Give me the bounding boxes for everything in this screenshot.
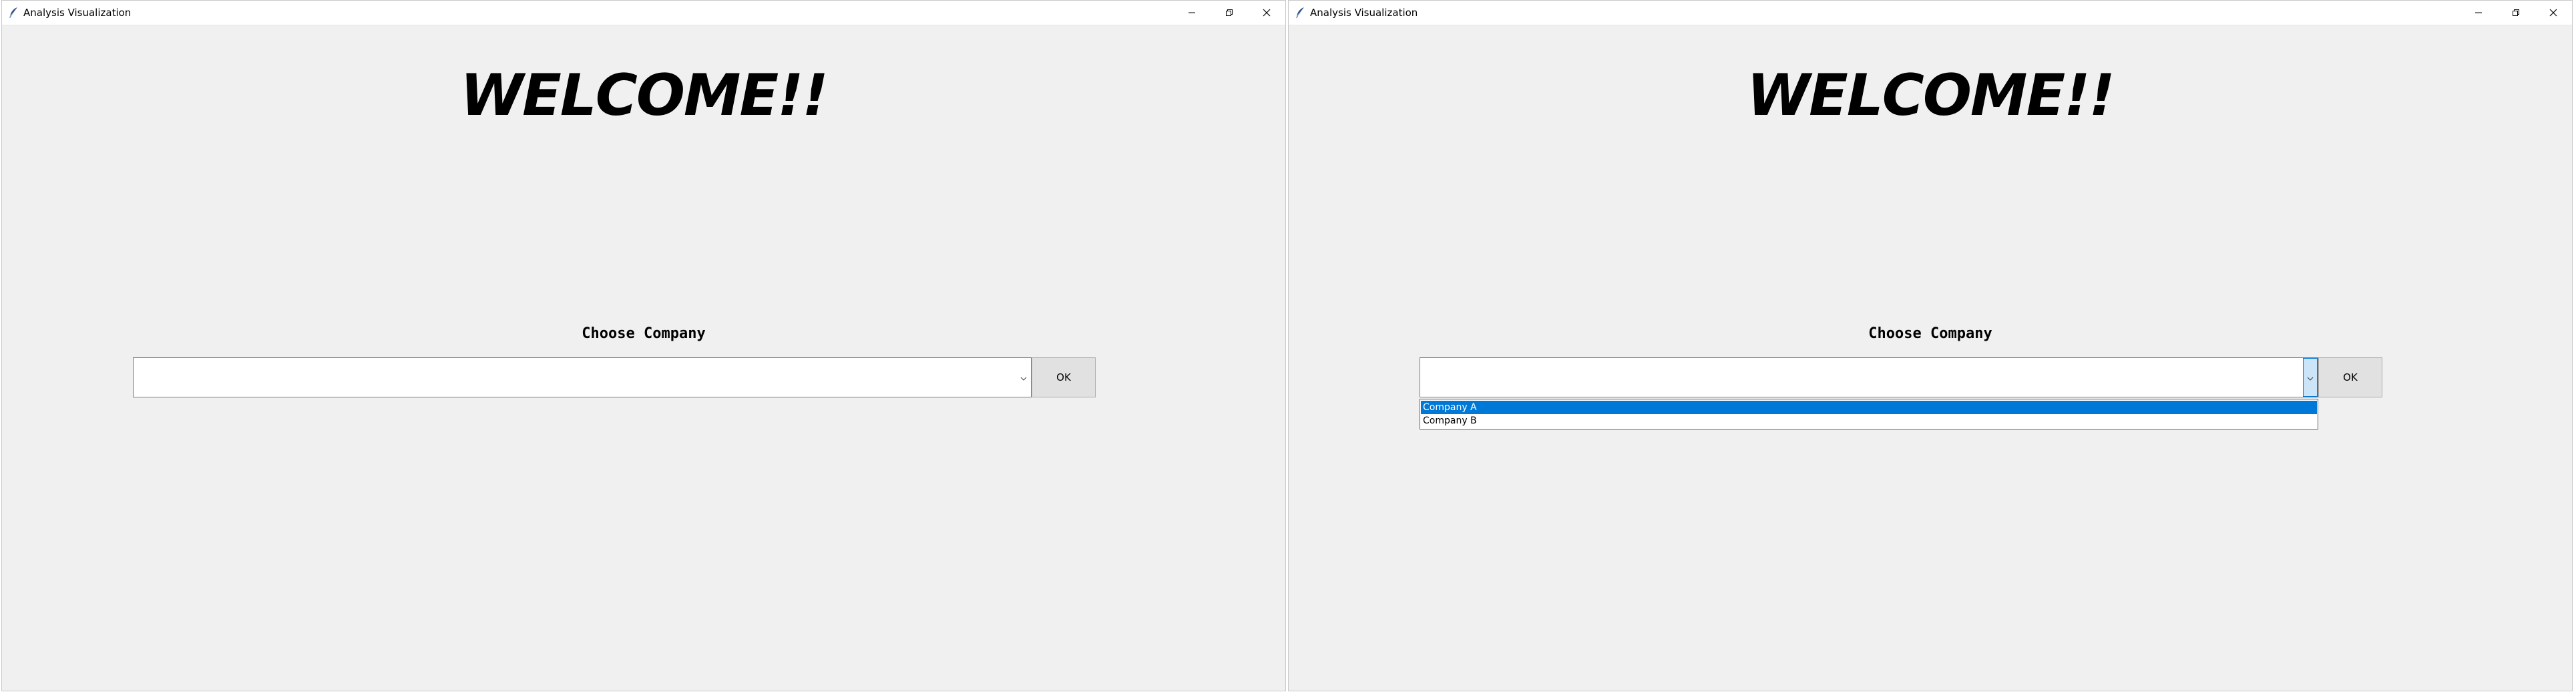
window-title: Analysis Visualization — [1310, 7, 1418, 19]
title-bar[interactable]: Analysis Visualization — [2, 1, 1285, 25]
feather-icon — [7, 7, 19, 19]
company-combobox[interactable] — [133, 357, 1032, 397]
dropdown-option-company-a[interactable]: Company A — [1421, 401, 2317, 414]
close-button[interactable] — [1248, 1, 1285, 25]
close-icon — [2549, 9, 2557, 17]
restore-button[interactable] — [2497, 1, 2535, 25]
app-window-right: Analysis Visualization WELCOME!! Choose … — [1288, 0, 2573, 691]
welcome-heading: WELCOME!! — [460, 62, 828, 129]
minimize-icon — [2475, 9, 2483, 17]
choose-company-label: Choose Company — [1868, 325, 1992, 342]
window-title: Analysis Visualization — [23, 7, 132, 19]
feather-icon — [1294, 7, 1306, 19]
company-dropdown-list: Company A Company B — [1420, 399, 2318, 429]
close-button[interactable] — [2535, 1, 2572, 25]
close-icon — [1263, 9, 1271, 17]
company-combobox[interactable] — [1420, 357, 2318, 397]
ok-button[interactable]: OK — [2318, 357, 2382, 397]
minimize-button[interactable] — [2460, 1, 2497, 25]
choose-company-label: Choose Company — [582, 325, 706, 342]
minimize-button[interactable] — [1173, 1, 1211, 25]
chevron-down-icon — [2307, 371, 2314, 384]
welcome-heading: WELCOME!! — [1747, 62, 2115, 129]
combobox-dropdown-button[interactable] — [2303, 358, 2318, 397]
restore-button[interactable] — [1211, 1, 1248, 25]
title-bar[interactable]: Analysis Visualization — [1289, 1, 2572, 25]
ok-button[interactable]: OK — [1032, 357, 1096, 397]
chevron-down-icon — [1020, 371, 1027, 384]
minimize-icon — [1188, 9, 1196, 17]
dropdown-option-company-b[interactable]: Company B — [1421, 414, 2317, 427]
combobox-dropdown-button[interactable] — [1016, 358, 1031, 397]
restore-icon — [2512, 9, 2520, 17]
restore-icon — [1225, 9, 1233, 17]
app-window-left: Analysis Visualization WELCOME!! Choose … — [1, 0, 1286, 691]
